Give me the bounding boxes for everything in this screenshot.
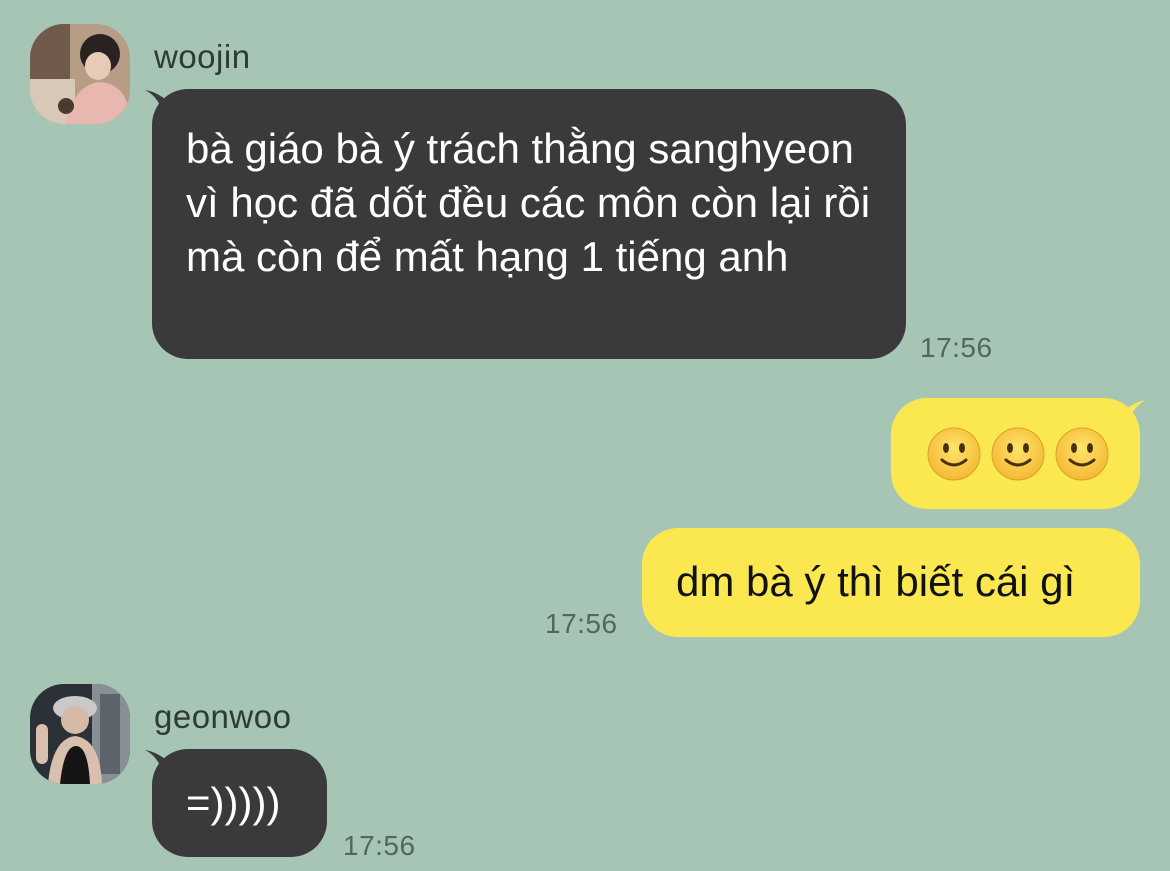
bubble-tail-outgoing — [1118, 398, 1148, 428]
woojin-profile-photo-icon — [30, 24, 130, 124]
message-bubble-incoming[interactable]: =))))) — [152, 749, 327, 857]
message-timestamp: 17:56 — [545, 608, 618, 639]
avatar-geonwoo[interactable] — [30, 684, 130, 784]
sender-name-geonwoo: geonwoo — [154, 698, 292, 735]
message-bubble-outgoing[interactable] — [891, 398, 1140, 509]
slightly-smiling-face-emoji-icon — [991, 427, 1045, 481]
message-timestamp: 17:56 — [343, 830, 416, 861]
emoji-row — [927, 427, 1112, 481]
sender-name-woojin: woojin — [154, 38, 251, 75]
geonwoo-profile-photo-icon — [30, 684, 130, 784]
message-text: =))))) — [186, 779, 281, 826]
message-timestamp: 17:56 — [920, 332, 993, 363]
slightly-smiling-face-emoji-icon — [1055, 427, 1109, 481]
avatar-woojin[interactable] — [30, 24, 130, 124]
message-text: bà giáo bà ý trách thằng sanghyeon vì họ… — [186, 125, 871, 280]
message-text: dm bà ý thì biết cái gì — [676, 558, 1076, 605]
slightly-smiling-face-emoji-icon — [927, 427, 981, 481]
message-bubble-outgoing[interactable]: dm bà ý thì biết cái gì — [642, 528, 1140, 637]
message-bubble-incoming[interactable]: bà giáo bà ý trách thằng sanghyeon vì họ… — [152, 89, 906, 359]
